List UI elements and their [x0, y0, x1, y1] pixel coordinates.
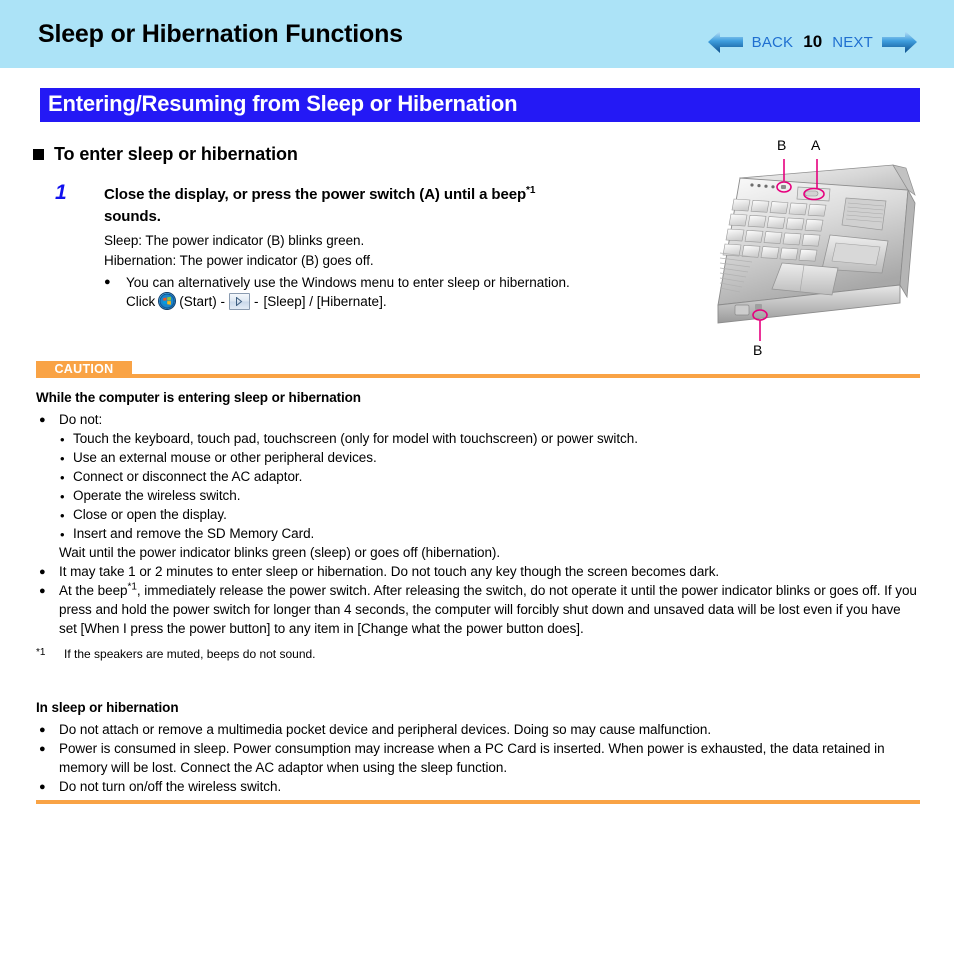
footnote-text: If the speakers are muted, beeps do not … [64, 646, 316, 661]
caution-rule-top [132, 374, 920, 378]
round-bullet-icon: ● [39, 565, 46, 578]
in-sleep-bullet: ● Do not attach or remove a multimedia p… [36, 721, 920, 740]
step-content: Close the display, or press the power sw… [104, 184, 704, 310]
in-sleep-section: In sleep or hibernation ● Do not attach … [36, 700, 920, 797]
footnote-marker: *1 [36, 646, 46, 658]
caution-content: While the computer is entering sleep or … [36, 390, 920, 662]
step-click-instruction: Click (Start) - - [Sleep] / [Hibernate]. [104, 292, 704, 310]
caution-heading: While the computer is entering sleep or … [36, 390, 361, 405]
next-link[interactable]: NEXT [832, 34, 873, 51]
round-bullet-icon: ● [39, 743, 46, 755]
click-suffix-label: [Sleep] / [Hibernate]. [263, 293, 387, 309]
caution-badge: CAUTION [36, 361, 132, 378]
caution-beep-post: , immediately release the power switch. … [59, 582, 917, 636]
small-bullet-icon: • [60, 508, 65, 523]
round-bullet-icon: ● [39, 780, 46, 793]
caution-subitem-text: Use an external mouse or other periphera… [73, 450, 377, 465]
in-sleep-bullet: ● Power is consumed in sleep. Power cons… [36, 740, 920, 778]
caution-subitem-text: Close or open the display. [73, 507, 227, 522]
caution-bullet-do-not: ● Do not: [36, 411, 920, 430]
step-note-text: You can alternatively use the Windows me… [126, 274, 570, 290]
step-detail-sleep: Sleep: The power indicator (B) blinks gr… [104, 233, 365, 249]
step-number: 1 [55, 181, 67, 204]
caution-subitem-text: Touch the keyboard, touch pad, touchscre… [73, 431, 638, 446]
section-title: Entering/Resuming from Sleep or Hibernat… [48, 91, 518, 116]
step-note: ● You can alternatively use the Windows … [104, 273, 704, 292]
caution-subitem: • Insert and remove the SD Memory Card. [36, 525, 920, 544]
caution-beep-pre: At the beep [59, 582, 128, 598]
subsection-heading: To enter sleep or hibernation [33, 144, 298, 165]
caution-bullet-beep-text: At the beep*1, immediately release the p… [59, 582, 920, 639]
step-detail-hibernation: Hibernation: The power indicator (B) goe… [104, 252, 374, 268]
subsection-heading-text: To enter sleep or hibernation [54, 144, 298, 164]
section-title-bar: Entering/Resuming from Sleep or Hibernat… [40, 88, 920, 122]
caution-subitem: • Use an external mouse or other periphe… [36, 449, 920, 468]
back-arrow-icon[interactable] [707, 28, 745, 56]
in-sleep-bullet-text: Power is consumed in sleep. Power consum… [59, 741, 885, 775]
caution-rule-bottom [36, 800, 920, 804]
caution-wait-line: Wait until the power indicator blinks gr… [59, 545, 501, 560]
small-bullet-icon: • [60, 451, 65, 466]
windows-start-orb-icon[interactable] [159, 293, 176, 310]
caution-subitem: • Touch the keyboard, touch pad, touchsc… [36, 430, 920, 449]
round-bullet-icon: ● [39, 414, 46, 426]
caution-bullet-timing-text: It may take 1 or 2 minutes to enter slee… [59, 563, 720, 579]
step-title-line1: Close the display, or press the power sw… [104, 186, 527, 203]
caution-beep-footnote-ref: *1 [127, 581, 137, 593]
step-title-line2: sounds. [104, 208, 161, 226]
caution-bullet-beep: ● At the beep*1, immediately release the… [36, 582, 920, 639]
square-bullet-icon [33, 149, 44, 160]
caution-bullet-timing: ● It may take 1 or 2 minutes to enter sl… [36, 563, 920, 582]
small-bullet-icon: • [60, 527, 65, 542]
page-navigation: BACK 10 NEXT [707, 27, 918, 57]
page-title: Sleep or Hibernation Functions [38, 20, 403, 48]
next-arrow-icon[interactable] [880, 28, 918, 56]
page-header-band: Sleep or Hibernation Functions BACK 10 N… [0, 0, 954, 68]
triangle-right-icon[interactable] [229, 292, 250, 310]
laptop-diagram: B A B [710, 137, 950, 375]
back-link[interactable]: BACK [752, 34, 794, 51]
round-bullet-icon: ● [39, 584, 46, 597]
in-sleep-bullet-text: Do not turn on/off the wireless switch. [59, 778, 282, 794]
caution-subitem-text: Connect or disconnect the AC adaptor. [73, 469, 303, 484]
caution-subitem: • Close or open the display. [36, 506, 920, 525]
step-title-footnote-ref: *1 [526, 185, 536, 196]
callout-label-b-bottom: B [753, 342, 763, 358]
click-prefix-label: Click [126, 293, 156, 309]
step-title: Close the display, or press the power sw… [104, 184, 704, 228]
caution-subitem: • Operate the wireless switch. [36, 487, 920, 506]
round-bullet-icon: ● [39, 724, 46, 736]
speaker-grille [841, 197, 887, 231]
small-bullet-icon: • [60, 470, 65, 485]
caution-subitem-text: Operate the wireless switch. [73, 488, 241, 503]
current-page-number: 10 [803, 32, 823, 51]
caution-subitem: • Connect or disconnect the AC adaptor. [36, 468, 920, 487]
callout-label-a-top: A [811, 137, 821, 153]
caution-bullet-do-not-text: Do not: [59, 412, 103, 427]
in-sleep-bullet-text: Do not attach or remove a multimedia poc… [59, 722, 712, 737]
click-start-label: (Start) - [179, 293, 225, 309]
round-bullet-icon: ● [104, 275, 111, 288]
caution-subitem-text: Insert and remove the SD Memory Card. [73, 526, 315, 541]
in-sleep-bullet: ● Do not turn on/off the wireless switch… [36, 778, 920, 797]
small-bullet-icon: • [60, 432, 65, 447]
in-sleep-heading: In sleep or hibernation [36, 700, 179, 715]
footnote: *1 If the speakers are muted, beeps do n… [36, 646, 920, 663]
callout-label-b-top: B [777, 137, 787, 153]
small-bullet-icon: • [60, 489, 65, 504]
